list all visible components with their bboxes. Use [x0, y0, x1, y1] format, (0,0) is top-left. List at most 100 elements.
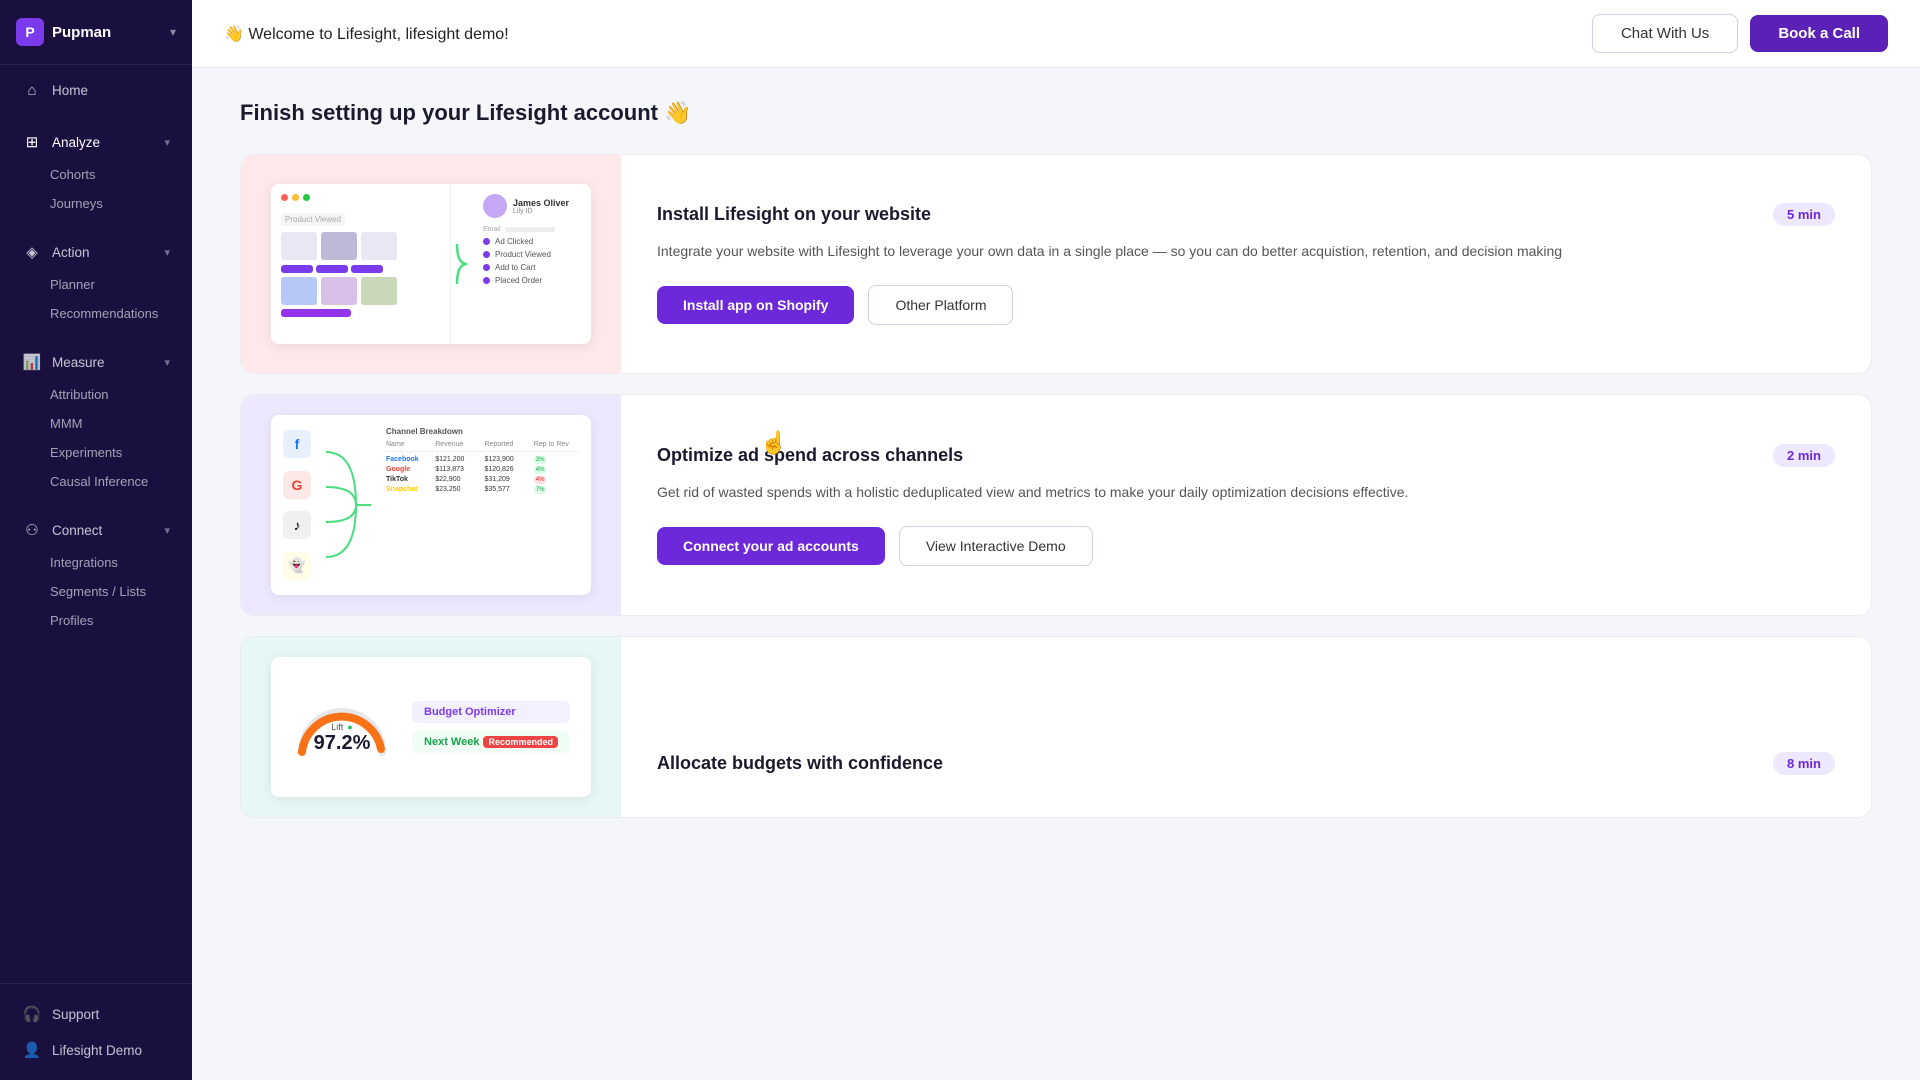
sidebar-analyze-label: Analyze — [52, 135, 100, 150]
window-dot-green — [303, 194, 310, 201]
ads-illustration: f G ♪ 👻 — [241, 395, 621, 615]
sidebar-cohorts-label: Cohorts — [50, 167, 96, 182]
sidebar-profiles-label: Profiles — [50, 613, 93, 628]
app-logo[interactable]: P Pupman ▾ — [0, 0, 192, 65]
window-dot-red — [281, 194, 288, 201]
sidebar-item-experiments[interactable]: Experiments — [6, 438, 186, 467]
header-greeting: 👋 Welcome to Lifesight, lifesight demo! — [224, 24, 509, 44]
avatar-icon — [483, 194, 507, 218]
ads-card-content: Optimize ad spend across channels 2 min … — [621, 395, 1871, 615]
sidebar-item-planner[interactable]: Planner — [6, 270, 186, 299]
install-shopify-button[interactable]: Install app on Shopify — [657, 286, 854, 324]
install-card-actions: Install app on Shopify Other Platform — [657, 285, 1835, 325]
ads-table-mini: Channel Breakdown Name Revenue Reported … — [386, 427, 579, 583]
connect-icon: ⚇ — [22, 521, 42, 539]
sidebar-item-user[interactable]: 👤 Lifesight Demo — [6, 1032, 186, 1068]
sidebar-home-label: Home — [52, 83, 88, 98]
sidebar-item-recommendations[interactable]: Recommendations — [6, 299, 186, 328]
ads-card-actions: Connect your ad accounts View Interactiv… — [657, 526, 1835, 566]
measure-icon: 📊 — [22, 353, 42, 371]
sidebar-item-profiles[interactable]: Profiles — [6, 606, 186, 635]
sidebar-planner-label: Planner — [50, 277, 95, 292]
next-week-label: Next Week — [424, 736, 479, 748]
header: 👋 Welcome to Lifesight, lifesight demo! … — [192, 0, 1920, 68]
sidebar-attribution-label: Attribution — [50, 387, 109, 402]
sidebar-item-segments[interactable]: Segments / Lists — [6, 577, 186, 606]
window-dot-yellow — [292, 194, 299, 201]
budget-time-badge: 8 min — [1773, 752, 1835, 775]
sidebar-item-integrations[interactable]: Integrations — [6, 548, 186, 577]
ads-card-title-row: Optimize ad spend across channels 2 min — [657, 444, 1835, 467]
event-panel: James Oliver Lily ID Email Ad Clicked Pr… — [475, 184, 591, 344]
sidebar-item-home[interactable]: ⌂ Home — [6, 73, 186, 108]
budget-card-content: Allocate budgets with confidence 8 min — [621, 637, 1871, 817]
illus-btn-1 — [281, 265, 313, 273]
sidebar-item-support[interactable]: 🎧 Support — [6, 996, 186, 1032]
ads-mockup: f G ♪ 👻 — [271, 415, 591, 595]
install-illustration: Product Viewed — [241, 155, 621, 373]
sidebar-mmm-label: MMM — [50, 416, 83, 431]
website-left-panel: Product Viewed — [271, 184, 451, 344]
logo-icon: P — [16, 18, 44, 46]
illus-btn-wide — [281, 309, 351, 317]
sidebar-item-analyze[interactable]: ⊞ Analyze ▾ — [6, 124, 186, 160]
ads-card: f G ♪ 👻 — [240, 394, 1872, 616]
install-card-content: Install Lifesight on your website 5 min … — [621, 155, 1871, 373]
sidebar-recommendations-label: Recommendations — [50, 306, 158, 321]
product-img-2 — [321, 232, 357, 260]
product-img-1 — [281, 232, 317, 260]
analyze-icon: ⊞ — [22, 133, 42, 151]
user-icon: 👤 — [22, 1041, 42, 1059]
sidebar-item-connect[interactable]: ⚇ Connect ▾ — [6, 512, 186, 548]
next-week-tag: Next Week Recommended — [412, 731, 570, 753]
gauge-value-container: Lift ● 97.2% — [314, 722, 371, 755]
analyze-chevron-icon: ▾ — [164, 136, 170, 149]
install-time-badge: 5 min — [1773, 203, 1835, 226]
budget-optimizer-tag: Budget Optimizer — [412, 701, 570, 723]
page-title: Finish setting up your Lifesight account… — [240, 100, 1872, 126]
budget-labels: Budget Optimizer Next Week Recommended — [412, 701, 570, 753]
action-chevron-icon: ▾ — [164, 246, 170, 259]
install-card: Product Viewed — [240, 154, 1872, 374]
chat-button[interactable]: Chat With Us — [1592, 14, 1738, 53]
sidebar-journeys-label: Journeys — [50, 196, 103, 211]
other-platform-button[interactable]: Other Platform — [868, 285, 1013, 325]
home-icon: ⌂ — [22, 82, 42, 99]
sidebar-item-action[interactable]: ◈ Action ▾ — [6, 234, 186, 270]
channel-icons: f G ♪ 👻 — [283, 427, 311, 583]
main-content: 👋 Welcome to Lifesight, lifesight demo! … — [192, 0, 1920, 1080]
connect-chevron-icon: ▾ — [164, 524, 170, 537]
sidebar-item-journeys[interactable]: Journeys — [6, 189, 186, 218]
sidebar-action-label: Action — [52, 245, 90, 260]
product-img-4 — [281, 277, 317, 305]
tiktok-icon: ♪ — [283, 511, 311, 539]
sidebar-experiments-label: Experiments — [50, 445, 122, 460]
budget-illustration: Lift ● 97.2% Budget Optimizer Next Week … — [241, 637, 621, 817]
sidebar-item-causal-inference[interactable]: Causal Inference — [6, 467, 186, 496]
product-img-3 — [361, 232, 397, 260]
lift-indicator: ● — [347, 722, 352, 732]
measure-chevron-icon: ▾ — [164, 356, 170, 369]
sidebar-item-mmm[interactable]: MMM — [6, 409, 186, 438]
connect-ads-button[interactable]: Connect your ad accounts — [657, 527, 885, 565]
product-img-5 — [321, 277, 357, 305]
sidebar-item-measure[interactable]: 📊 Measure ▾ — [6, 344, 186, 380]
install-card-title: Install Lifesight on your website — [657, 204, 931, 225]
ads-card-desc: Get rid of wasted spends with a holistic… — [657, 481, 1835, 503]
illus-btn-2 — [316, 265, 348, 273]
book-call-button[interactable]: Book a Call — [1750, 15, 1888, 52]
lift-label: Lift — [331, 722, 343, 732]
illus-btn-3 — [351, 265, 383, 273]
lift-value: 97.2% — [314, 732, 371, 755]
recommended-badge: Recommended — [483, 736, 558, 748]
sidebar-item-attribution[interactable]: Attribution — [6, 380, 186, 409]
logo-chevron-icon: ▾ — [170, 25, 176, 39]
budget-card-title: Allocate budgets with confidence — [657, 753, 943, 774]
sidebar-item-cohorts[interactable]: Cohorts — [6, 160, 186, 189]
support-icon: 🎧 — [22, 1005, 42, 1023]
content-area: Finish setting up your Lifesight account… — [192, 68, 1920, 1080]
sidebar-segments-label: Segments / Lists — [50, 584, 146, 599]
google-icon: G — [283, 471, 311, 499]
sidebar: P Pupman ▾ ⌂ Home ⊞ Analyze ▾ Cohorts Jo… — [0, 0, 192, 1080]
view-demo-button[interactable]: View Interactive Demo — [899, 526, 1093, 566]
